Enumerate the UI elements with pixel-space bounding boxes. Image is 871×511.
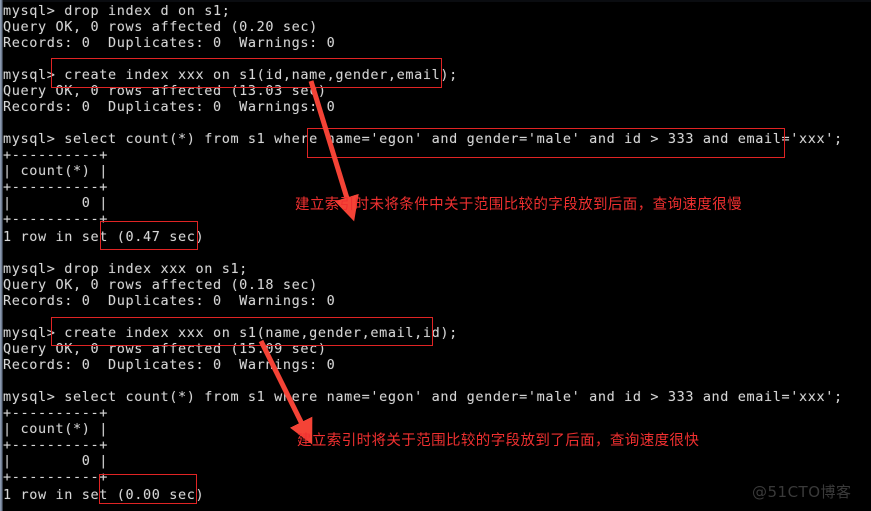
terminal-line: +----------+ bbox=[3, 179, 108, 195]
terminal-line: | count(*) | bbox=[3, 421, 108, 437]
terminal-line: | 0 | bbox=[3, 453, 108, 469]
terminal-line: Query OK, 0 rows affected (0.18 sec) bbox=[3, 277, 318, 293]
terminal-line: mysql> select count(*) from s1 where nam… bbox=[3, 131, 843, 147]
terminal-line: 1 row in set (0.00 sec) bbox=[3, 487, 205, 503]
terminal-line: Query OK, 0 rows affected (0.20 sec) bbox=[3, 19, 318, 35]
terminal-line: Records: 0 Duplicates: 0 Warnings: 0 bbox=[3, 35, 336, 51]
terminal-line: mysql> select count(*) from s1 where nam… bbox=[3, 389, 843, 405]
terminal-line: +----------+ bbox=[3, 211, 108, 227]
terminal-line: Records: 0 Duplicates: 0 Warnings: 0 bbox=[3, 293, 336, 309]
terminal-line: Query OK, 0 rows affected (15.09 sec) bbox=[3, 341, 327, 357]
terminal-screenshot: mysql> drop index d on s1; Query OK, 0 ro… bbox=[0, 0, 871, 511]
terminal-line: +----------+ bbox=[3, 147, 108, 163]
terminal-line: Records: 0 Duplicates: 0 Warnings: 0 bbox=[3, 99, 336, 115]
terminal-line: | count(*) | bbox=[3, 163, 108, 179]
terminal-line: +----------+ bbox=[3, 405, 108, 421]
terminal-line: mysql> create index xxx on s1(name,gende… bbox=[3, 325, 458, 341]
terminal-line: mysql> drop index d on s1; bbox=[3, 3, 231, 19]
annotation-text-fast-query: 建立索引时将关于范围比较的字段放到了后面，查询速度很快 bbox=[297, 433, 700, 449]
terminal-line: | 0 | bbox=[3, 195, 108, 211]
terminal-line: 1 row in set (0.47 sec) bbox=[3, 229, 205, 245]
terminal-line: Records: 0 Duplicates: 0 Warnings: 0 bbox=[3, 357, 336, 373]
annotation-text-slow-query: 建立索引时未将条件中关于范围比较的字段放到后面，查询速度很慢 bbox=[295, 197, 742, 213]
site-watermark: @51CTO博客 bbox=[752, 483, 852, 501]
terminal-line: mysql> create index xxx on s1(id,name,ge… bbox=[3, 67, 458, 83]
terminal-line: +----------+ bbox=[3, 469, 108, 485]
terminal-line: mysql> drop index xxx on s1; bbox=[3, 261, 248, 277]
terminal-line: +----------+ bbox=[3, 437, 108, 453]
terminal-line: Query OK, 0 rows affected (13.03 sec) bbox=[3, 83, 327, 99]
